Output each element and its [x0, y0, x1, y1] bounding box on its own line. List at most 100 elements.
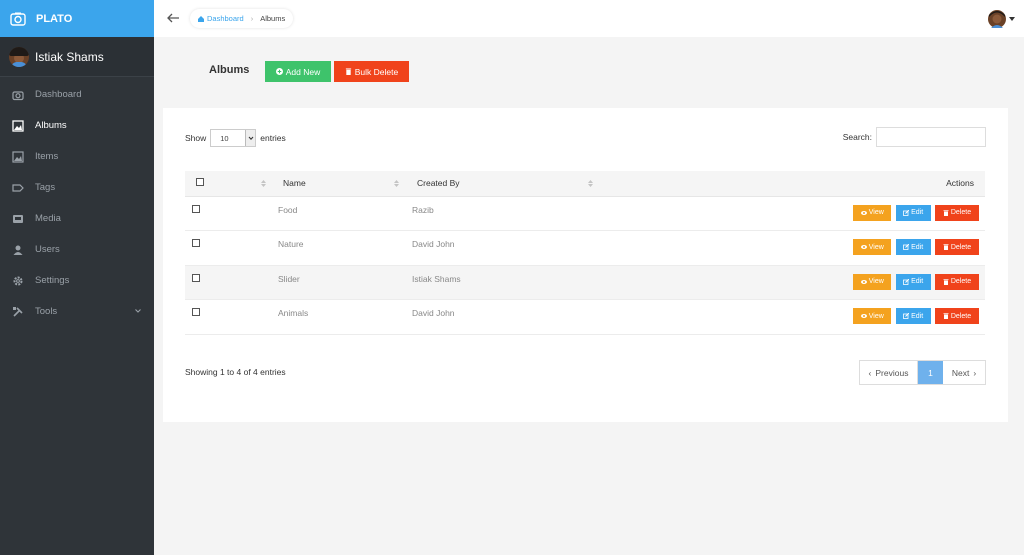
media-icon: [13, 214, 23, 223]
app-name: PLATO: [36, 12, 73, 25]
created-by-header-label: Created By: [417, 178, 460, 189]
search-input[interactable]: [876, 127, 986, 147]
sidebar-item-users[interactable]: Users: [0, 234, 154, 265]
edit-button[interactable]: Edit: [895, 239, 931, 255]
sidebar-item-tags[interactable]: Tags: [0, 172, 154, 203]
table-row: Food Razib View Edit Delete: [185, 196, 985, 231]
breadcrumb-home[interactable]: Dashboard: [198, 14, 244, 23]
entries-length-control: Show 10 entries: [185, 129, 286, 147]
delete-label: Delete: [950, 243, 972, 251]
sidebar-item-label: Tools: [35, 306, 58, 317]
edit-button[interactable]: Edit: [895, 273, 931, 290]
delete-button[interactable]: Delete: [935, 239, 979, 255]
edit-label: Edit: [911, 243, 924, 251]
edit-button[interactable]: Edit: [895, 308, 931, 324]
tools-icon: [13, 306, 23, 317]
row-select-cell: [185, 231, 272, 266]
delete-button[interactable]: Delete: [935, 308, 979, 324]
trash-icon: [943, 313, 949, 319]
edit-icon: [903, 278, 910, 285]
page-1-button[interactable]: 1: [918, 361, 943, 384]
row-actions: View Edit Delete: [597, 231, 985, 266]
sort-icon[interactable]: [261, 180, 266, 187]
view-label: View: [868, 278, 884, 285]
trash-icon: [345, 68, 351, 75]
name-column-header[interactable]: Name: [272, 171, 405, 196]
sidebar-item-settings[interactable]: Settings: [0, 265, 154, 296]
back-arrow-icon[interactable]: [166, 11, 180, 25]
entries-select[interactable]: 10: [210, 129, 257, 147]
row-actions: View Edit Delete: [597, 265, 985, 300]
image-icon: [12, 150, 24, 163]
sidebar-item-label: Media: [35, 213, 61, 224]
user-menu-caret-icon[interactable]: [1009, 17, 1015, 21]
bulk-delete-button[interactable]: Bulk Delete: [334, 61, 409, 82]
next-page-button[interactable]: Next ›: [943, 361, 985, 384]
album-created-by: David John: [412, 308, 455, 318]
sidebar-item-label: Settings: [35, 275, 70, 286]
avatar: [9, 46, 29, 67]
search-label: Search:: [842, 132, 872, 142]
camera-icon: [12, 90, 24, 100]
created-by-column-header[interactable]: Created By: [405, 171, 597, 196]
table-row: Slider Istiak Shams View Edit Delete: [185, 265, 985, 300]
edit-label: Edit: [911, 312, 924, 320]
eye-icon: [860, 245, 867, 249]
edit-icon: [903, 313, 910, 319]
row-checkbox[interactable]: [192, 273, 200, 282]
edit-icon: [903, 209, 910, 216]
select-arrow: [245, 130, 256, 146]
album-created-by: Istiak Shams: [412, 273, 461, 284]
row-checkbox[interactable]: [192, 239, 200, 247]
previous-label: Previous: [875, 367, 909, 378]
breadcrumb-separator: ›: [250, 14, 254, 23]
sidebar-item-label: Items: [35, 151, 59, 162]
sidebar-item-albums[interactable]: Albums: [0, 110, 154, 141]
gear-icon: [13, 276, 23, 285]
actions-column-header: Actions: [597, 171, 985, 196]
row-checkbox[interactable]: [192, 308, 200, 316]
view-button[interactable]: View: [853, 239, 892, 255]
user-profile[interactable]: Istiak Shams: [0, 37, 154, 77]
trash-icon: [943, 209, 949, 216]
brand[interactable]: PLATO: [0, 0, 154, 37]
edit-label: Edit: [911, 209, 924, 216]
row-checkbox[interactable]: [192, 204, 200, 213]
sidebar-item-media[interactable]: Media: [0, 203, 154, 234]
avatar[interactable]: [988, 10, 1006, 28]
eye-icon: [860, 279, 867, 284]
delete-label: Delete: [950, 312, 972, 320]
eye-icon: [860, 210, 867, 215]
album-name: Animals: [278, 308, 309, 318]
sort-icon[interactable]: [394, 180, 399, 187]
sort-icon[interactable]: [588, 180, 593, 187]
select-all-checkbox[interactable]: [196, 178, 204, 187]
tag-icon: [12, 183, 24, 192]
add-new-button[interactable]: Add New: [265, 61, 331, 82]
sidebar-item-tools[interactable]: Tools: [0, 296, 154, 327]
delete-button[interactable]: Delete: [935, 273, 979, 290]
album-name: Food: [278, 204, 298, 215]
entries-label: entries: [260, 133, 286, 143]
camera-icon: [10, 12, 26, 26]
sidebar-item-items[interactable]: Items: [0, 141, 154, 172]
row-select-cell: [185, 196, 272, 231]
chevron-down-icon: [248, 136, 254, 141]
page-title: Albums: [209, 64, 250, 76]
sidebar-item-dashboard[interactable]: Dashboard: [0, 79, 154, 110]
view-button[interactable]: View: [853, 273, 892, 290]
edit-button[interactable]: Edit: [895, 204, 931, 221]
delete-button[interactable]: Delete: [935, 204, 979, 221]
breadcrumb: Dashboard › Albums: [190, 9, 294, 28]
view-label: View: [868, 209, 884, 216]
previous-page-button[interactable]: ‹ Previous: [860, 361, 918, 384]
row-select-cell: [185, 300, 272, 335]
table-info: Showing 1 to 4 of 4 entries: [185, 367, 286, 377]
view-button[interactable]: View: [853, 204, 892, 221]
user-name: Istiak Shams: [35, 49, 104, 64]
view-button[interactable]: View: [853, 308, 892, 324]
delete-label: Delete: [950, 278, 972, 285]
sidebar-item-label: Tags: [35, 182, 56, 193]
table-row: Nature David John View Edit Delete: [185, 231, 985, 266]
sidebar-nav: Dashboard Albums Items Tags Media Users …: [0, 79, 154, 327]
